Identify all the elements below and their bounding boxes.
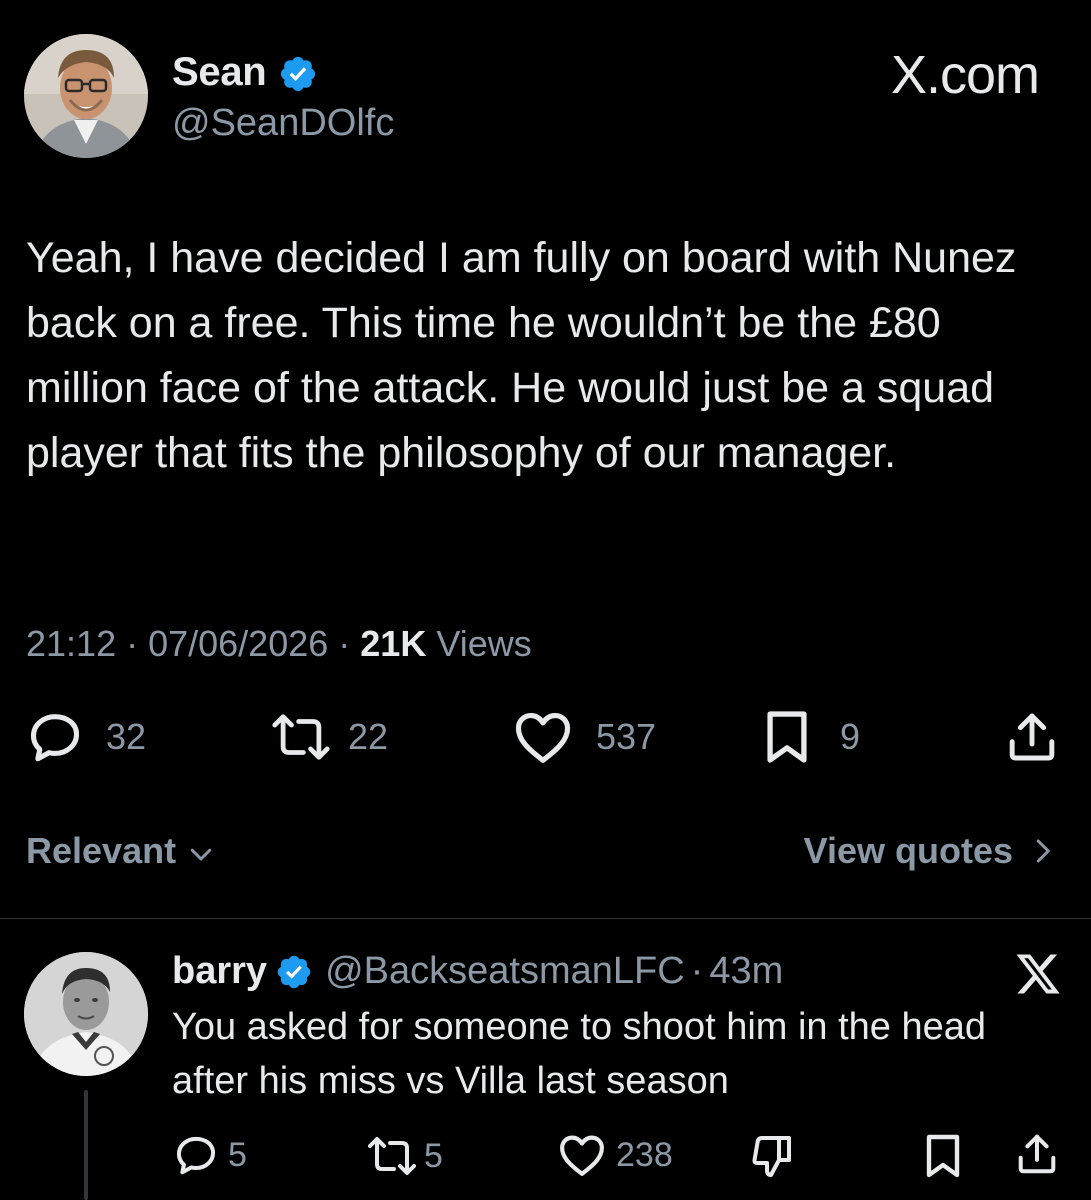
thumbs-down-icon bbox=[752, 1136, 791, 1177]
separator: · bbox=[338, 623, 351, 664]
chevron-right-icon bbox=[1036, 839, 1050, 863]
reply-like-button[interactable]: 238 bbox=[556, 1132, 673, 1178]
reply-repost-button[interactable]: 5 bbox=[366, 1134, 443, 1178]
sort-label: Relevant bbox=[26, 830, 177, 871]
views-count: 21K bbox=[360, 623, 427, 664]
reply-repost-count: 5 bbox=[424, 1136, 443, 1175]
separator: · bbox=[126, 623, 139, 664]
post-time[interactable]: 21:12 bbox=[26, 623, 116, 665]
reply-like-count: 238 bbox=[616, 1135, 673, 1174]
repost-arrows-icon bbox=[272, 714, 330, 760]
bookmark-icon bbox=[767, 711, 807, 763]
reply-reply-button[interactable]: 5 bbox=[172, 1132, 247, 1178]
post-metadata: 21:12 · 07/06/2026 · 21K Views bbox=[26, 623, 532, 665]
sort-dropdown[interactable]: Relevant bbox=[26, 830, 216, 872]
bookmark-button[interactable]: 9 bbox=[762, 708, 860, 766]
view-quotes-link[interactable]: View quotes bbox=[804, 830, 1057, 872]
repost-count: 22 bbox=[348, 716, 389, 757]
reply-age[interactable]: 43m bbox=[709, 950, 783, 993]
like-count: 537 bbox=[596, 716, 657, 757]
repost-arrows-icon bbox=[368, 1137, 416, 1175]
reply-text: You asked for someone to shoot him in th… bbox=[172, 1006, 987, 1102]
bookmark-count: 9 bbox=[840, 716, 861, 757]
author-avatar[interactable] bbox=[24, 34, 148, 158]
separator: · bbox=[690, 950, 704, 992]
reply-bookmark-button[interactable] bbox=[922, 1132, 964, 1180]
like-button[interactable]: 537 bbox=[512, 708, 656, 766]
reply-author-handle[interactable]: @BackseatsmanLFC bbox=[325, 950, 685, 993]
reply-author-avatar[interactable] bbox=[24, 952, 148, 1076]
share-upload-icon bbox=[1018, 1134, 1056, 1174]
verified-badge-icon bbox=[278, 54, 318, 94]
reply-header: barry @BackseatsmanLFC · 43m bbox=[172, 950, 783, 993]
post-date[interactable]: 07/06/2026 bbox=[148, 623, 328, 665]
brand-watermark: X.com bbox=[890, 44, 1040, 106]
views-label: Views bbox=[436, 623, 532, 664]
author-name[interactable]: Sean bbox=[172, 50, 267, 95]
reply-reply-count: 5 bbox=[228, 1135, 247, 1174]
reply-author-name[interactable]: barry bbox=[172, 950, 267, 993]
share-upload-icon bbox=[1009, 713, 1055, 761]
heart-icon bbox=[515, 712, 571, 763]
reply-button[interactable]: 32 bbox=[26, 708, 146, 766]
reply-dislike-button[interactable] bbox=[748, 1132, 796, 1180]
brand-text: X.com bbox=[890, 45, 1040, 105]
speech-bubble-icon bbox=[30, 714, 80, 762]
heart-icon bbox=[560, 1135, 604, 1176]
x-logo-icon bbox=[1014, 950, 1062, 1003]
bookmark-icon bbox=[926, 1134, 960, 1178]
post-text: Yeah, I have decided I am fully on board… bbox=[26, 234, 1017, 477]
view-quotes-label: View quotes bbox=[803, 830, 1013, 871]
verified-badge-icon bbox=[277, 955, 311, 988]
reply-share-button[interactable] bbox=[1014, 1130, 1060, 1178]
chevron-down-icon bbox=[190, 848, 212, 861]
speech-bubble-icon bbox=[176, 1136, 216, 1175]
thread-line bbox=[84, 1090, 88, 1200]
repost-button[interactable]: 22 bbox=[270, 710, 388, 764]
reply-count: 32 bbox=[106, 716, 147, 757]
author-handle[interactable]: @SeanDOlfc bbox=[172, 102, 394, 145]
share-button[interactable] bbox=[1004, 708, 1060, 766]
divider bbox=[0, 918, 1091, 919]
